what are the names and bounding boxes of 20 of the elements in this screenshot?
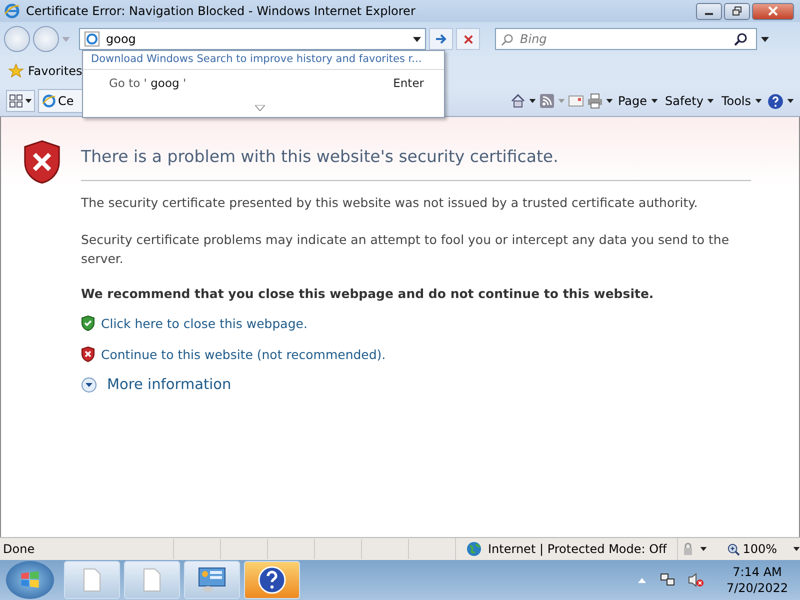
menu-button[interactable]: Page	[616, 94, 660, 108]
more-information-link[interactable]: More information	[107, 377, 232, 393]
download-link[interactable]: Download Windows Search to improve history and favorites r...	[83, 51, 444, 70]
clock[interactable]: 7:14 AM 7/20/2022	[726, 564, 788, 596]
recommendation-text: We recommend that you close this webpage and do not continue to this website.	[81, 286, 655, 301]
error-heading: There is a problem with this website's security certificate.	[81, 147, 560, 166]
security-zone-text: Internet | Protected Mode: Off	[488, 542, 667, 556]
zoom-button[interactable]: 100%	[720, 541, 783, 557]
go-to-suggestion[interactable]: Go to ' goog ' Enter	[83, 70, 444, 90]
window-title: Certificate Error: Navigation Blocked - Windows Internet Explorer	[26, 4, 416, 18]
status-text: Done	[3, 542, 36, 556]
search-field[interactable]: Bing	[495, 28, 757, 50]
favorites-button[interactable]: Favorites	[6, 61, 84, 81]
link[interactable]: Continue to this website (not recommended).	[101, 346, 386, 362]
link[interactable]: Click here to close this webpage.	[101, 316, 308, 330]
error-description: Security certificate problems may indicate an attempt to fool you or intercept any data you send to the server.	[81, 231, 730, 268]
error-description: The security certificate presented by this website was not issued by a trusted certificate authority.	[81, 194, 699, 212]
menu-button[interactable]: Safety	[663, 94, 716, 108]
menu-button[interactable]: Tools	[719, 94, 764, 108]
address-field[interactable]: goog	[79, 28, 426, 50]
